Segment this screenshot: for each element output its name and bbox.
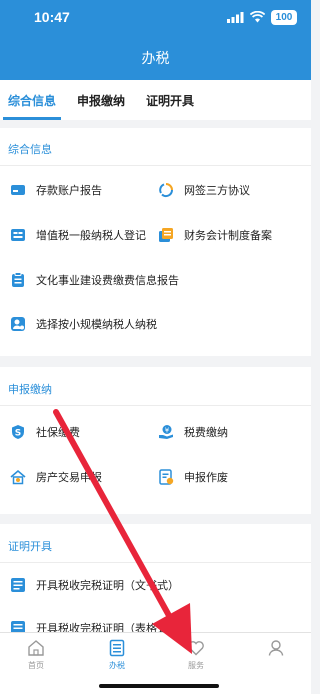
social-security-icon: S bbox=[12, 425, 24, 439]
item-label: 房产交易申报 bbox=[36, 472, 102, 484]
hand-coin-icon: ¥ bbox=[159, 425, 173, 439]
house-icon bbox=[10, 469, 26, 485]
tax-badge-icon bbox=[11, 229, 25, 241]
section-title: 综合信息 bbox=[8, 144, 52, 156]
section-declare-pay: 申报缴纳 S 社保缴费 ¥ 税费缴纳 房产交易申报 申报作废 bbox=[0, 367, 311, 514]
status-icons: 100 bbox=[227, 9, 297, 25]
section-comprehensive-info: 综合信息 存款账户报告 网签三方协议 增值税一般纳税人登记 财务会计制度备案 文… bbox=[0, 128, 311, 356]
void-document-icon bbox=[159, 469, 174, 485]
item-label: 文化事业建设费缴费信息报告 bbox=[36, 275, 179, 287]
nav-label: 首页 bbox=[28, 661, 44, 670]
item-label: 存款账户报告 bbox=[36, 185, 102, 197]
divider bbox=[0, 165, 311, 166]
tab-certificate[interactable]: 证明开具 bbox=[146, 92, 194, 109]
signal-icon bbox=[227, 11, 244, 23]
active-tab-indicator bbox=[3, 117, 61, 120]
item-social-insurance-payment[interactable]: S 社保缴费 bbox=[10, 420, 80, 444]
tax-certificate-icon bbox=[11, 578, 25, 592]
item-culture-fee-info-report[interactable]: 文化事业建设费缴费信息报告 bbox=[10, 268, 179, 292]
item-label: 选择按小规模纳税人纳税 bbox=[36, 319, 157, 331]
item-small-scale-taxpayer[interactable]: 选择按小规模纳税人纳税 bbox=[10, 312, 157, 336]
section-certificate: 证明开具 开具税收完税证明（文书式） 开具税收完税证明（表格式） bbox=[0, 524, 311, 635]
tab-declare-pay[interactable]: 申报缴纳 bbox=[77, 92, 125, 109]
item-label: 网签三方协议 bbox=[184, 185, 250, 197]
item-label: 社保缴费 bbox=[36, 427, 80, 439]
nav-tax[interactable]: 办税 bbox=[87, 639, 147, 671]
item-label: 开具税收完税证明（文书式） bbox=[36, 580, 179, 592]
svg-text:¥: ¥ bbox=[165, 427, 170, 435]
divider bbox=[0, 405, 311, 406]
item-property-transaction-declaration[interactable]: 房产交易申报 bbox=[10, 465, 102, 489]
nav-home[interactable]: 首页 bbox=[6, 639, 66, 671]
wifi-icon bbox=[250, 11, 265, 23]
tax-list-icon bbox=[109, 639, 125, 657]
section-title: 证明开具 bbox=[8, 541, 52, 553]
item-tax-certificate-document[interactable]: 开具税收完税证明（文书式） bbox=[10, 573, 179, 597]
nav-label: 办税 bbox=[109, 661, 125, 670]
circular-arrows-icon bbox=[159, 183, 174, 198]
item-deposit-account-report[interactable]: 存款账户报告 bbox=[10, 178, 102, 202]
nav-label: 服务 bbox=[188, 661, 204, 670]
item-accounting-system-filing[interactable]: 财务会计制度备案 bbox=[158, 223, 272, 247]
item-declaration-void[interactable]: 申报作废 bbox=[158, 465, 228, 489]
person-badge-icon bbox=[11, 317, 25, 331]
battery-icon: 100 bbox=[271, 9, 297, 25]
item-vat-general-taxpayer-registration[interactable]: 增值税一般纳税人登记 bbox=[10, 223, 146, 247]
home-indicator bbox=[99, 684, 219, 688]
tab-comprehensive-info[interactable]: 综合信息 bbox=[8, 92, 56, 109]
clipboard-icon bbox=[12, 272, 24, 287]
item-tripartite-agreement[interactable]: 网签三方协议 bbox=[158, 178, 250, 202]
page-title: 办税 bbox=[141, 50, 170, 66]
nav-service[interactable]: 服务 bbox=[166, 639, 226, 671]
document-stack-icon bbox=[159, 228, 173, 242]
item-label: 财务会计制度备案 bbox=[184, 230, 272, 242]
heart-icon bbox=[188, 641, 204, 656]
item-label: 申报作废 bbox=[184, 472, 228, 484]
app-header: 10:47 100 办税 bbox=[0, 0, 311, 80]
status-time: 10:47 bbox=[34, 9, 70, 25]
nav-mine[interactable] bbox=[246, 639, 306, 660]
tab-bar: 综合信息 申报缴纳 证明开具 bbox=[0, 80, 311, 120]
svg-text:S: S bbox=[15, 429, 21, 439]
card-icon bbox=[11, 185, 25, 195]
home-icon bbox=[28, 640, 44, 656]
divider bbox=[0, 562, 311, 563]
status-bar: 10:47 100 bbox=[0, 0, 311, 34]
section-title: 申报缴纳 bbox=[8, 384, 52, 396]
item-label: 税费缴纳 bbox=[184, 427, 228, 439]
item-label: 增值税一般纳税人登记 bbox=[36, 230, 146, 242]
user-icon bbox=[268, 640, 284, 656]
item-tax-payment[interactable]: ¥ 税费缴纳 bbox=[158, 420, 228, 444]
